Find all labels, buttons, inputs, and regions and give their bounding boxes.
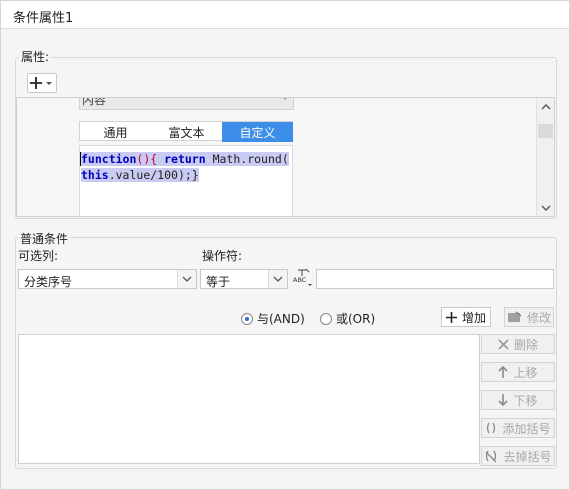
properties-legend: 属性: (19, 48, 52, 65)
condition-list[interactable] (18, 334, 480, 464)
add-property-button[interactable] (27, 73, 57, 93)
close-icon (498, 338, 509, 350)
code-editor[interactable]: function(){ return Math.round( this.valu… (79, 145, 293, 216)
operator-select-value: 等于 (206, 275, 231, 289)
content-type-select[interactable]: 内容 (79, 97, 294, 110)
radio-or-indicator[interactable] (320, 312, 332, 325)
scroll-up-icon[interactable] (541, 103, 551, 110)
code-line-2: this.value/100);} (81, 168, 199, 182)
content-type-value: 内容 (82, 97, 107, 107)
modify-condition-button[interactable]: 修改 (504, 307, 554, 327)
conditions-legend: 普通条件 (18, 230, 71, 247)
move-up-button[interactable]: 上移 (481, 362, 555, 382)
column-select-value: 分类序号 (24, 275, 73, 289)
delete-button[interactable]: 删除 (481, 334, 555, 354)
code-line-1: function(){ return Math.round( (81, 152, 289, 166)
plus-icon (445, 311, 457, 323)
move-down-button[interactable]: 下移 (481, 390, 555, 410)
condition-value-input[interactable] (316, 269, 554, 289)
and-radio[interactable]: 与(AND) (241, 310, 305, 327)
properties-panel: 内容 通用 富文本 自定义 function(){ return Math.ro… (16, 97, 555, 217)
title-bar: 条件属性1 (1, 1, 569, 29)
radio-and-indicator[interactable] (241, 312, 253, 325)
scrollbar-thumb[interactable] (538, 124, 553, 138)
or-radio[interactable]: 或(OR) (320, 310, 375, 327)
abc-format-icon: ABC (293, 268, 312, 286)
plus-dropdown-icon (30, 77, 52, 89)
value-type-button[interactable]: ABC (292, 267, 314, 289)
properties-scrollbar[interactable] (536, 98, 554, 216)
tab-general[interactable]: 通用 (80, 122, 151, 142)
tab-rich-text[interactable]: 富文本 (151, 122, 222, 142)
edit-icon (507, 311, 522, 322)
condition-properties-dialog: 条件属性1 属性: 内容 通用 富文本 自定义 function(){ retu… (0, 0, 570, 490)
remove-parentheses-icon (486, 450, 497, 462)
column-select[interactable]: 分类序号 (18, 269, 197, 289)
chevron-down-icon (283, 98, 287, 100)
operator-select[interactable]: 等于 (200, 269, 288, 289)
tab-custom[interactable]: 自定义 (222, 122, 293, 142)
chevron-down-icon (177, 270, 196, 288)
window-title: 条件属性1 (13, 11, 74, 26)
column-label: 可选列: (18, 249, 59, 263)
add-condition-button[interactable]: 增加 (441, 307, 491, 327)
add-bracket-button[interactable]: 添加括号 (481, 418, 555, 438)
arrow-up-icon (498, 366, 509, 378)
parentheses-icon (487, 422, 496, 434)
arrow-down-icon (498, 394, 509, 406)
scroll-down-icon[interactable] (541, 205, 551, 212)
chevron-down-icon (268, 270, 287, 288)
svg-text:ABC: ABC (293, 276, 307, 284)
operator-label: 操作符: (202, 249, 243, 263)
or-radio-label: 或(OR) (336, 312, 376, 326)
and-radio-label: 与(AND) (257, 312, 305, 326)
remove-bracket-button[interactable]: 去掉括号 (481, 446, 555, 466)
tab-bar: 通用 富文本 自定义 (79, 121, 293, 142)
